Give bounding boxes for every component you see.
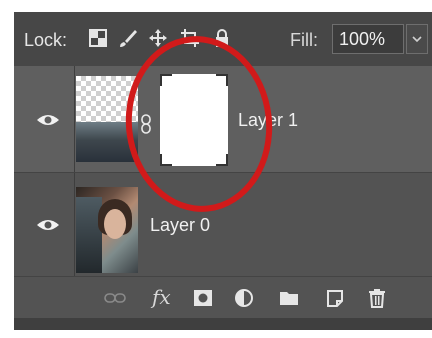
thumbnail-photo [76, 122, 138, 162]
adjustment-layer-icon[interactable] [234, 288, 256, 308]
delete-layer-icon[interactable] [366, 288, 388, 308]
fill-input[interactable]: 100% [332, 24, 404, 54]
layer-name[interactable]: Layer 1 [238, 110, 298, 131]
fill-label: Fill: [290, 30, 318, 50]
lock-artboard-icon[interactable] [180, 28, 200, 48]
column-divider [74, 173, 75, 277]
mask-link-chain-icon[interactable] [140, 114, 152, 134]
layers-panel: Lock: Fill: 100% Layer 1 Layer 0 fx [14, 12, 432, 330]
layers-bottom-toolbar: fx [14, 276, 432, 319]
mask-selection-corner [216, 154, 228, 166]
layer-name[interactable]: Layer 0 [150, 215, 210, 236]
thumbnail-face [104, 209, 126, 239]
lock-fill-row: Lock: Fill: 100% [14, 12, 432, 66]
thumbnail-figure [76, 197, 102, 273]
lock-all-icon[interactable] [212, 28, 232, 48]
new-layer-icon[interactable] [324, 288, 346, 308]
add-mask-icon[interactable] [192, 288, 214, 308]
lock-image-pixels-icon[interactable] [118, 28, 138, 48]
layer-row-layer-1[interactable]: Layer 1 [14, 66, 432, 172]
panel-bottom-edge [14, 318, 432, 330]
visibility-eye-icon[interactable] [36, 217, 60, 233]
lock-transparent-pixels-icon[interactable] [88, 28, 108, 48]
layer-row-layer-0[interactable]: Layer 0 [14, 172, 432, 277]
lock-label: Lock: [24, 30, 68, 50]
layer-0-thumbnail[interactable] [76, 187, 138, 273]
link-layers-icon[interactable] [104, 288, 126, 308]
mask-selection-corner [160, 154, 172, 166]
fx-icon[interactable]: fx [152, 285, 171, 309]
layer-mask-thumbnail[interactable] [160, 74, 228, 166]
mask-selection-corner [216, 74, 228, 86]
lock-position-icon[interactable] [148, 28, 168, 48]
fill-dropdown-button[interactable] [406, 24, 428, 54]
mask-selection-corner [160, 74, 172, 86]
layer-1-thumbnail[interactable] [76, 76, 138, 162]
column-divider [74, 66, 75, 172]
visibility-eye-icon[interactable] [36, 112, 60, 128]
chevron-down-icon [412, 36, 422, 43]
new-group-icon[interactable] [278, 288, 300, 308]
